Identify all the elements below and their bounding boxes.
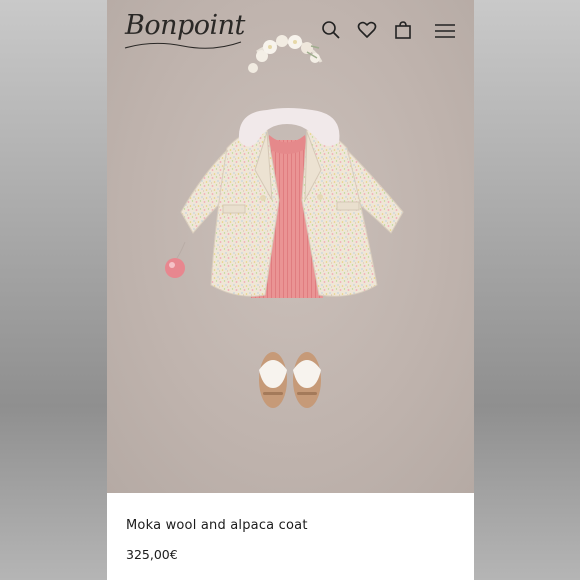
product-info-panel: Moka wool and alpaca coat 325,00€	[107, 493, 474, 580]
product-screen: Bonpoint Moka wool and alpaca coat 325,0…	[107, 0, 474, 580]
heart-icon[interactable]	[356, 19, 378, 41]
product-price: 325,00€	[126, 547, 178, 562]
product-name[interactable]: Moka wool and alpaca coat	[126, 518, 308, 533]
product-photo[interactable]	[107, 0, 474, 493]
baby-shoes	[259, 352, 321, 408]
logo-swoosh-icon	[124, 41, 242, 49]
outfit-illustration	[165, 35, 404, 408]
menu-icon[interactable]	[433, 19, 457, 41]
brand-logo-text: Bonpoint	[125, 10, 245, 41]
bag-icon[interactable]	[392, 19, 414, 41]
brand-logo[interactable]: Bonpoint	[125, 10, 245, 41]
site-header: Bonpoint	[107, 0, 474, 60]
search-icon[interactable]	[320, 19, 342, 41]
pink-ornament	[165, 241, 186, 278]
